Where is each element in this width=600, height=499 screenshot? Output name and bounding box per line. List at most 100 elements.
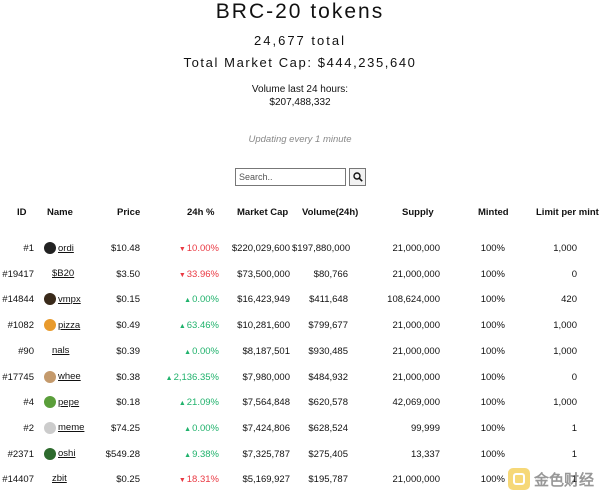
update-notice: Updating every 1 minute [248,134,352,145]
supply: 13,337 [410,448,440,460]
table-row[interactable]: #4 pepe $0.18 ▲21.09% $7,564,848 $620,578 42,0… [0,396,600,422]
arrow-up-icon: ▲ [178,323,186,331]
pizza-icon [44,319,56,332]
arrow-up-icon: ▲ [184,348,192,356]
market-cap: $8,187,501 [242,345,290,357]
table-row[interactable]: #1 ordi $10.48 ▼10.00% $220,029,600 $197,880,… [0,242,600,268]
token-rank: #19417 [2,268,34,280]
vmpx-icon [44,293,56,306]
limit-per-mint: 1,000 [553,243,577,254]
token-price: $549.28 [105,448,140,460]
token-link[interactable]: zbit [52,473,67,484]
change-value: 0.00% [192,345,219,357]
column-header-8[interactable]: Minted [478,207,509,218]
token-name-cell: ordi [44,242,74,254]
volume-value: $207,488,332 [269,97,331,108]
token-rank: #14407 [2,474,34,486]
column-header-9[interactable]: Limit per mint [536,207,599,218]
token-link[interactable]: meme [58,422,84,433]
supply: 108,624,000 [387,294,440,306]
token-link[interactable]: whee [58,371,81,382]
token-price: $0.18 [116,397,140,409]
token-rank: #90 [18,345,34,357]
volume-24h-value: $628,524 [308,422,348,434]
token-link[interactable]: pizza [58,320,80,331]
column-header-2[interactable]: Name [47,207,73,218]
minted: 100% [480,474,505,486]
token-link[interactable]: pepe [58,397,79,408]
price-change-24h: ▼10.00% [163,243,219,254]
column-header-3[interactable]: Price [117,207,140,218]
token-price: $0.25 [116,474,140,486]
token-price: $3.50 [116,268,140,280]
token-rank: #4 [23,397,34,409]
ordi-icon [44,242,56,254]
market-cap: $10,281,600 [237,320,290,332]
supply: 21,000,000 [392,371,440,383]
volume-24h-value: $799,677 [308,320,348,332]
column-header-4[interactable]: 24h % [187,207,214,218]
market-cap: $7,424,806 [242,422,290,434]
limit-per-mint: 0 [571,371,577,383]
arrow-up-icon: ▲ [184,297,192,305]
change-value: 0.00% [192,294,219,306]
market-cap: $73,500,000 [237,268,290,280]
minted: 100% [480,371,505,383]
table-row[interactable]: #90 nals $0.39 ▲0.00% $8,187,501 $930,485 21,0… [0,345,600,371]
token-name-cell: pizza [44,319,80,332]
table-row[interactable]: #17745 whee $0.38 ▲2,136.35% $7,980,000 $484,… [0,370,600,397]
token-name-cell: vmpx [44,293,81,306]
token-name-cell: nals [44,345,69,356]
arrow-down-icon: ▼ [178,477,186,485]
table-row[interactable]: #2 meme $74.25 ▲0.00% $7,424,806 $628,524 99,9… [0,421,600,448]
pepe-icon [44,396,56,409]
change-value: 63.46% [186,320,219,332]
volume-24h-value: $195,787 [308,474,348,486]
search-icon [352,172,363,182]
token-total: 24,677 total [254,33,346,48]
token-link[interactable]: vmpx [58,294,81,305]
volume-24h: Volume last 24 hours: $207,488,332 [0,83,600,109]
market-cap: $7,980,000 [242,371,290,383]
watermark-logo-icon [507,468,530,490]
market-cap: $7,564,848 [242,397,290,409]
column-header-7[interactable]: Supply [402,207,434,218]
price-change-24h: ▲21.09% [163,397,219,408]
total-market-cap: Total Market Cap: $444,235,640 [183,55,417,70]
meme-icon [44,421,56,434]
token-link[interactable]: ordi [58,243,74,254]
limit-per-mint: 1 [571,422,577,434]
volume-label: Volume last 24 hours: [251,84,349,95]
token-link[interactable]: $B20 [52,268,74,279]
change-value: 10.00% [186,243,219,254]
watermark: 金色财经 [507,468,594,490]
search-bar [235,168,366,186]
token-rank: #1082 [7,320,34,332]
volume-24h-value: $275,405 [308,448,348,460]
price-change-24h: ▲0.00% [163,423,219,434]
column-header-5[interactable]: Market Cap [237,207,288,218]
column-header-1[interactable]: ID [17,207,27,218]
watermark-text: 金色财经 [533,471,594,489]
minted: 100% [480,320,505,332]
minted: 100% [480,397,505,409]
token-name-cell: oshi [44,447,75,460]
supply: 42,069,000 [392,397,440,409]
search-button[interactable] [349,168,366,186]
minted: 100% [480,422,505,434]
table-row[interactable]: #19417 $B20 $3.50 ▼33.96% $73,500,000 $80,766… [0,268,600,294]
search-input[interactable] [235,168,346,186]
change-value: 33.96% [186,268,219,280]
column-header-6[interactable]: Volume(24h) [302,207,358,218]
limit-per-mint: 1,000 [553,397,577,409]
limit-per-mint: 0 [571,268,577,280]
whee-icon [44,370,56,383]
volume-24h-value: $484,932 [308,371,348,383]
token-link[interactable]: oshi [58,448,75,459]
price-change-24h: ▼33.96% [163,269,219,280]
token-link[interactable]: nals [52,345,69,356]
table-row[interactable]: #14844 vmpx $0.15 ▲0.00% $16,423,949 $411,648… [0,293,600,319]
table-row[interactable]: #1082 pizza $0.49 ▲63.46% $10,281,600 $799,67… [0,319,600,345]
token-price: $74.25 [110,422,140,434]
volume-24h-value: $197,880,000 [292,243,351,254]
